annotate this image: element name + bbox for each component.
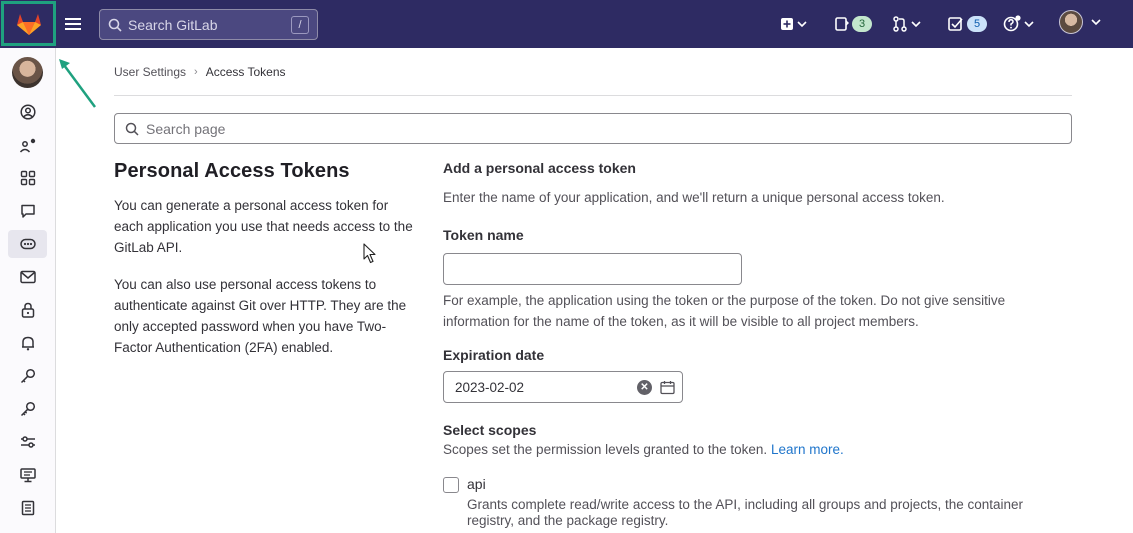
page-title: Personal Access Tokens [114,160,350,182]
sidebar-item-emails[interactable] [8,263,47,291]
top-navbar: Search GitLab / 3 5 [0,0,1133,48]
sidebar-item-chat[interactable] [8,197,47,225]
expiration-date-label: Expiration date [443,347,545,363]
annotation-arrow-icon [59,59,97,108]
expiration-date-field[interactable]: 2023-02-02 ✕ [443,371,683,403]
divider [114,95,1072,96]
todo-check-icon [948,17,963,31]
question-circle-icon [1003,15,1021,32]
expiration-date-value: 2023-02-02 [455,379,525,395]
sidebar-item-notifications[interactable] [8,329,47,357]
search-icon [125,122,139,136]
scope-api-checkbox[interactable] [443,477,459,493]
user-menu-dropdown[interactable] [1059,10,1101,34]
search-placeholder: Search GitLab [128,16,218,33]
settings-sidebar [0,48,56,533]
sidebar-item-ssh-keys[interactable] [8,362,47,390]
search-page-placeholder: Search page [146,120,226,137]
sidebar-item-gpg-keys[interactable] [8,395,47,423]
notifications-bell-icon [21,336,34,351]
form-intro: Enter the name of your application, and … [443,190,945,205]
sidebar-item-applications[interactable] [8,164,47,192]
merge-request-icon [893,16,907,32]
issues-count-badge: 5 [967,16,987,32]
todo-button[interactable]: 3 [835,14,872,34]
breadcrumb-current[interactable]: Access Tokens [206,65,286,79]
chevron-down-icon [1091,19,1101,26]
scopes-description-text: Scopes set the permission levels granted… [443,442,768,457]
ssh-key-icon [20,368,35,384]
mouse-cursor-icon [363,243,376,264]
search-shortcut-key: / [291,16,309,34]
breadcrumb: User Settings › Access Tokens [114,65,286,79]
sidebar-item-access-tokens[interactable] [8,230,47,258]
plus-square-icon [781,18,793,30]
select-scopes-label: Select scopes [443,422,537,438]
chat-icon [20,204,35,218]
sidebar-avatar[interactable] [12,57,43,88]
chevron-down-icon [797,21,807,28]
chevron-down-icon [911,21,921,28]
create-new-dropdown[interactable] [780,14,807,34]
sidebar-item-preferences[interactable] [8,428,47,456]
preferences-icon [20,436,35,448]
issues-button[interactable]: 5 [948,14,987,34]
token-name-field[interactable] [443,253,742,285]
hamburger-menu-button[interactable] [63,14,83,34]
scope-api-label[interactable]: api [467,476,486,492]
email-icon [19,270,36,284]
chevron-right-icon: › [194,66,198,78]
todo-count-badge: 3 [852,16,872,32]
chevron-down-icon [1024,21,1034,28]
add-token-form: Add a personal access token Enter the na… [443,160,1073,528]
form-heading: Add a personal access token [443,160,636,176]
scope-api-description: Grants complete read/write access to the… [467,497,1024,528]
access-tokens-icon [19,238,36,250]
gitlab-tanuki-icon [16,13,41,35]
profile-icon [19,104,36,120]
clear-date-icon[interactable]: ✕ [637,380,652,395]
applications-icon [20,170,35,186]
gpg-key-icon [20,401,35,417]
password-lock-icon [21,302,34,318]
scopes-description: Scopes set the permission levels granted… [443,442,844,457]
avatar [1059,10,1083,34]
sidebar-item-profile[interactable] [8,98,47,126]
sidebar-item-authentication-log[interactable] [8,494,47,522]
active-sessions-icon [19,468,36,483]
sidebar-item-password[interactable] [8,296,47,324]
breadcrumb-user-settings-link[interactable]: User Settings [114,65,186,79]
account-icon [19,138,35,153]
intro-paragraph-2: You can also use personal access tokens … [114,277,407,355]
search-icon [108,18,122,32]
sidebar-item-active-sessions[interactable] [8,461,47,489]
token-name-label: Token name [443,227,524,243]
sidebar-item-account[interactable] [8,131,47,159]
token-name-help: For example, the application using the t… [443,293,1006,329]
intro-section: Personal Access Tokens You can generate … [114,160,414,374]
gitlab-logo-link[interactable] [1,1,56,46]
auth-log-icon [21,500,34,516]
search-page-input[interactable]: Search page [114,113,1072,144]
issues-icon [835,17,849,31]
help-dropdown[interactable] [1003,14,1034,34]
learn-more-link[interactable]: Learn more. [771,442,844,457]
hamburger-icon [65,18,81,30]
merge-requests-dropdown[interactable] [892,14,921,34]
global-search-input[interactable]: Search GitLab / [99,9,318,40]
calendar-icon[interactable] [660,380,675,395]
